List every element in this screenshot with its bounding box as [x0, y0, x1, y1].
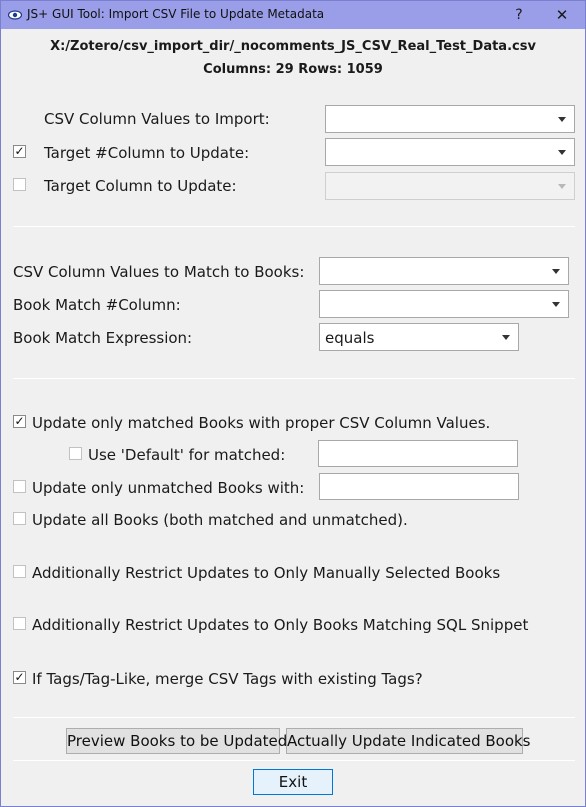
- update-matched-label[interactable]: Update only matched Books with proper CS…: [32, 414, 490, 432]
- exit-button[interactable]: Exit: [253, 769, 333, 795]
- separator: [13, 717, 575, 718]
- csv-counts: Columns: 29 Rows: 1059: [203, 62, 383, 77]
- use-default-checkbox[interactable]: [69, 447, 82, 460]
- target-column-label[interactable]: Target Column to Update:: [44, 177, 237, 195]
- title-bar[interactable]: JS+ GUI Tool: Import CSV File to Update …: [1, 1, 585, 29]
- preview-books-button[interactable]: Preview Books to be Updated: [66, 728, 287, 754]
- chevron-down-icon: [552, 302, 560, 307]
- restrict-manual-checkbox[interactable]: [13, 565, 26, 578]
- help-button[interactable]: ?: [507, 4, 531, 26]
- use-default-label[interactable]: Use 'Default' for matched:: [88, 446, 285, 464]
- update-all-checkbox[interactable]: [13, 512, 26, 525]
- close-button[interactable]: ✕: [549, 4, 575, 26]
- combo-value: equals: [325, 329, 375, 347]
- chevron-down-icon: [502, 335, 510, 340]
- csv-file-path: X:/Zotero/csv_import_dir/_nocomments_JS_…: [50, 39, 536, 54]
- book-match-column-combo[interactable]: [319, 290, 569, 318]
- merge-tags-checkbox[interactable]: ✓: [13, 670, 26, 684]
- update-books-button[interactable]: Actually Update Indicated Books: [286, 728, 531, 754]
- update-unmatched-checkbox[interactable]: [13, 480, 26, 493]
- target-column-combo: [325, 172, 575, 200]
- chevron-down-icon: [558, 117, 566, 122]
- target-hash-column-label[interactable]: Target #Column to Update:: [44, 144, 249, 162]
- chevron-down-icon: [552, 269, 560, 274]
- restrict-sql-label[interactable]: Additionally Restrict Updates to Only Bo…: [32, 616, 528, 634]
- csv-values-to-import-label: CSV Column Values to Import:: [44, 110, 270, 128]
- csv-match-values-label: CSV Column Values to Match to Books:: [13, 263, 305, 281]
- target-hash-column-combo[interactable]: [325, 138, 575, 166]
- checkmark-icon: ✓: [14, 670, 25, 684]
- restrict-manual-label[interactable]: Additionally Restrict Updates to Only Ma…: [32, 564, 500, 582]
- update-all-label[interactable]: Update all Books (both matched and unmat…: [32, 511, 408, 529]
- checkmark-icon: ✓: [14, 144, 25, 158]
- csv-match-values-combo[interactable]: [319, 257, 569, 285]
- separator: [13, 226, 575, 227]
- import-csv-dialog: JS+ GUI Tool: Import CSV File to Update …: [0, 0, 586, 807]
- update-matched-checkbox[interactable]: ✓: [13, 414, 26, 428]
- target-hash-column-checkbox[interactable]: ✓: [13, 144, 26, 158]
- separator: [13, 760, 575, 761]
- csv-values-to-import-combo[interactable]: [325, 105, 575, 133]
- book-match-column-label: Book Match #Column:: [13, 296, 181, 314]
- checkmark-icon: ✓: [14, 414, 25, 428]
- window-title: JS+ GUI Tool: Import CSV File to Update …: [27, 7, 325, 21]
- update-unmatched-label[interactable]: Update only unmatched Books with:: [32, 479, 304, 497]
- book-match-expression-label: Book Match Expression:: [13, 329, 193, 347]
- chevron-down-icon: [558, 184, 566, 189]
- eye-icon: [8, 10, 22, 20]
- book-match-expression-combo[interactable]: equals: [319, 323, 519, 351]
- chevron-down-icon: [558, 150, 566, 155]
- update-unmatched-input[interactable]: [319, 473, 519, 500]
- target-column-checkbox[interactable]: [13, 178, 26, 191]
- restrict-sql-checkbox[interactable]: [13, 617, 26, 630]
- use-default-input[interactable]: [318, 440, 518, 467]
- separator: [13, 378, 575, 379]
- merge-tags-label[interactable]: If Tags/Tag-Like, merge CSV Tags with ex…: [32, 670, 423, 688]
